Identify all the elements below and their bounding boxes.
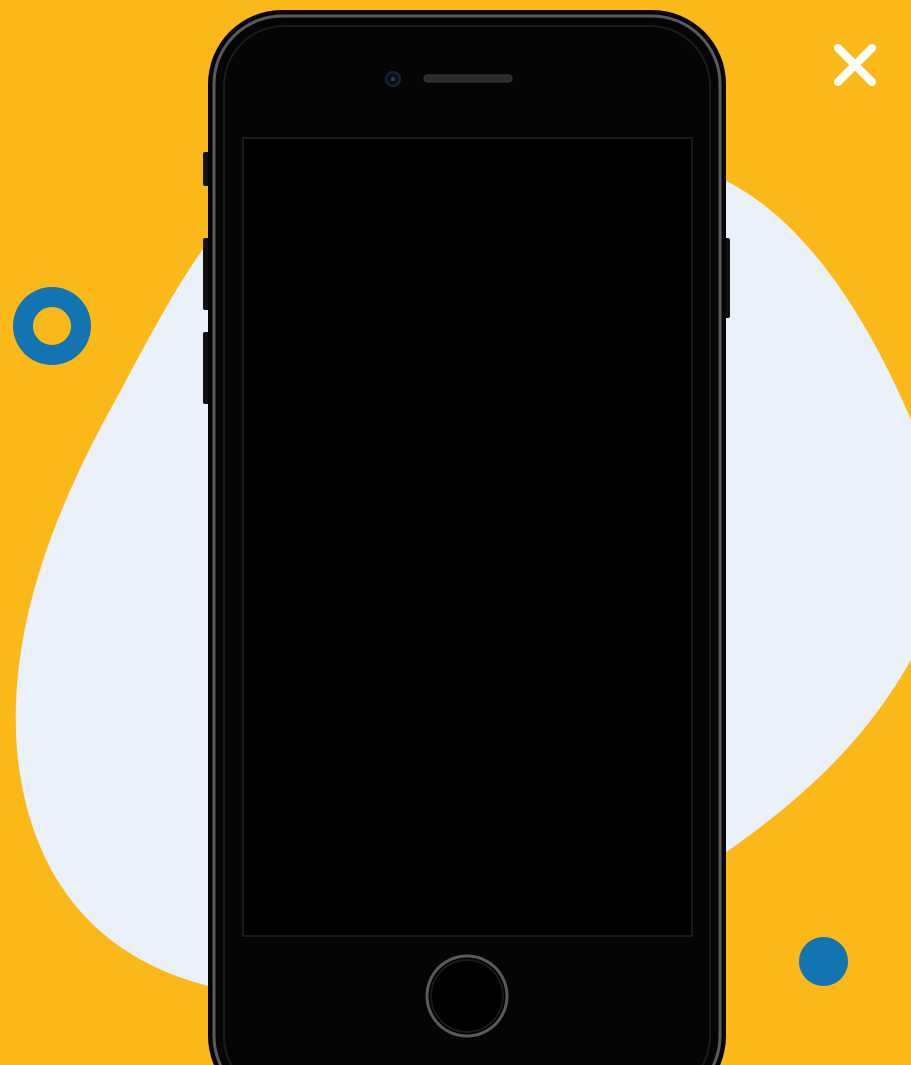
phone-mockup <box>196 4 736 1065</box>
earpiece-speaker-icon <box>423 74 513 83</box>
close-button[interactable] <box>826 36 884 94</box>
promo-stage <box>0 0 911 1065</box>
decorative-ring <box>13 287 91 365</box>
camera-lens <box>391 77 395 81</box>
decorative-dot <box>799 937 848 986</box>
home-button-icon[interactable] <box>425 954 509 1038</box>
phone-screen <box>242 137 693 937</box>
close-icon[interactable] <box>826 36 884 94</box>
ring-circle <box>13 287 91 365</box>
